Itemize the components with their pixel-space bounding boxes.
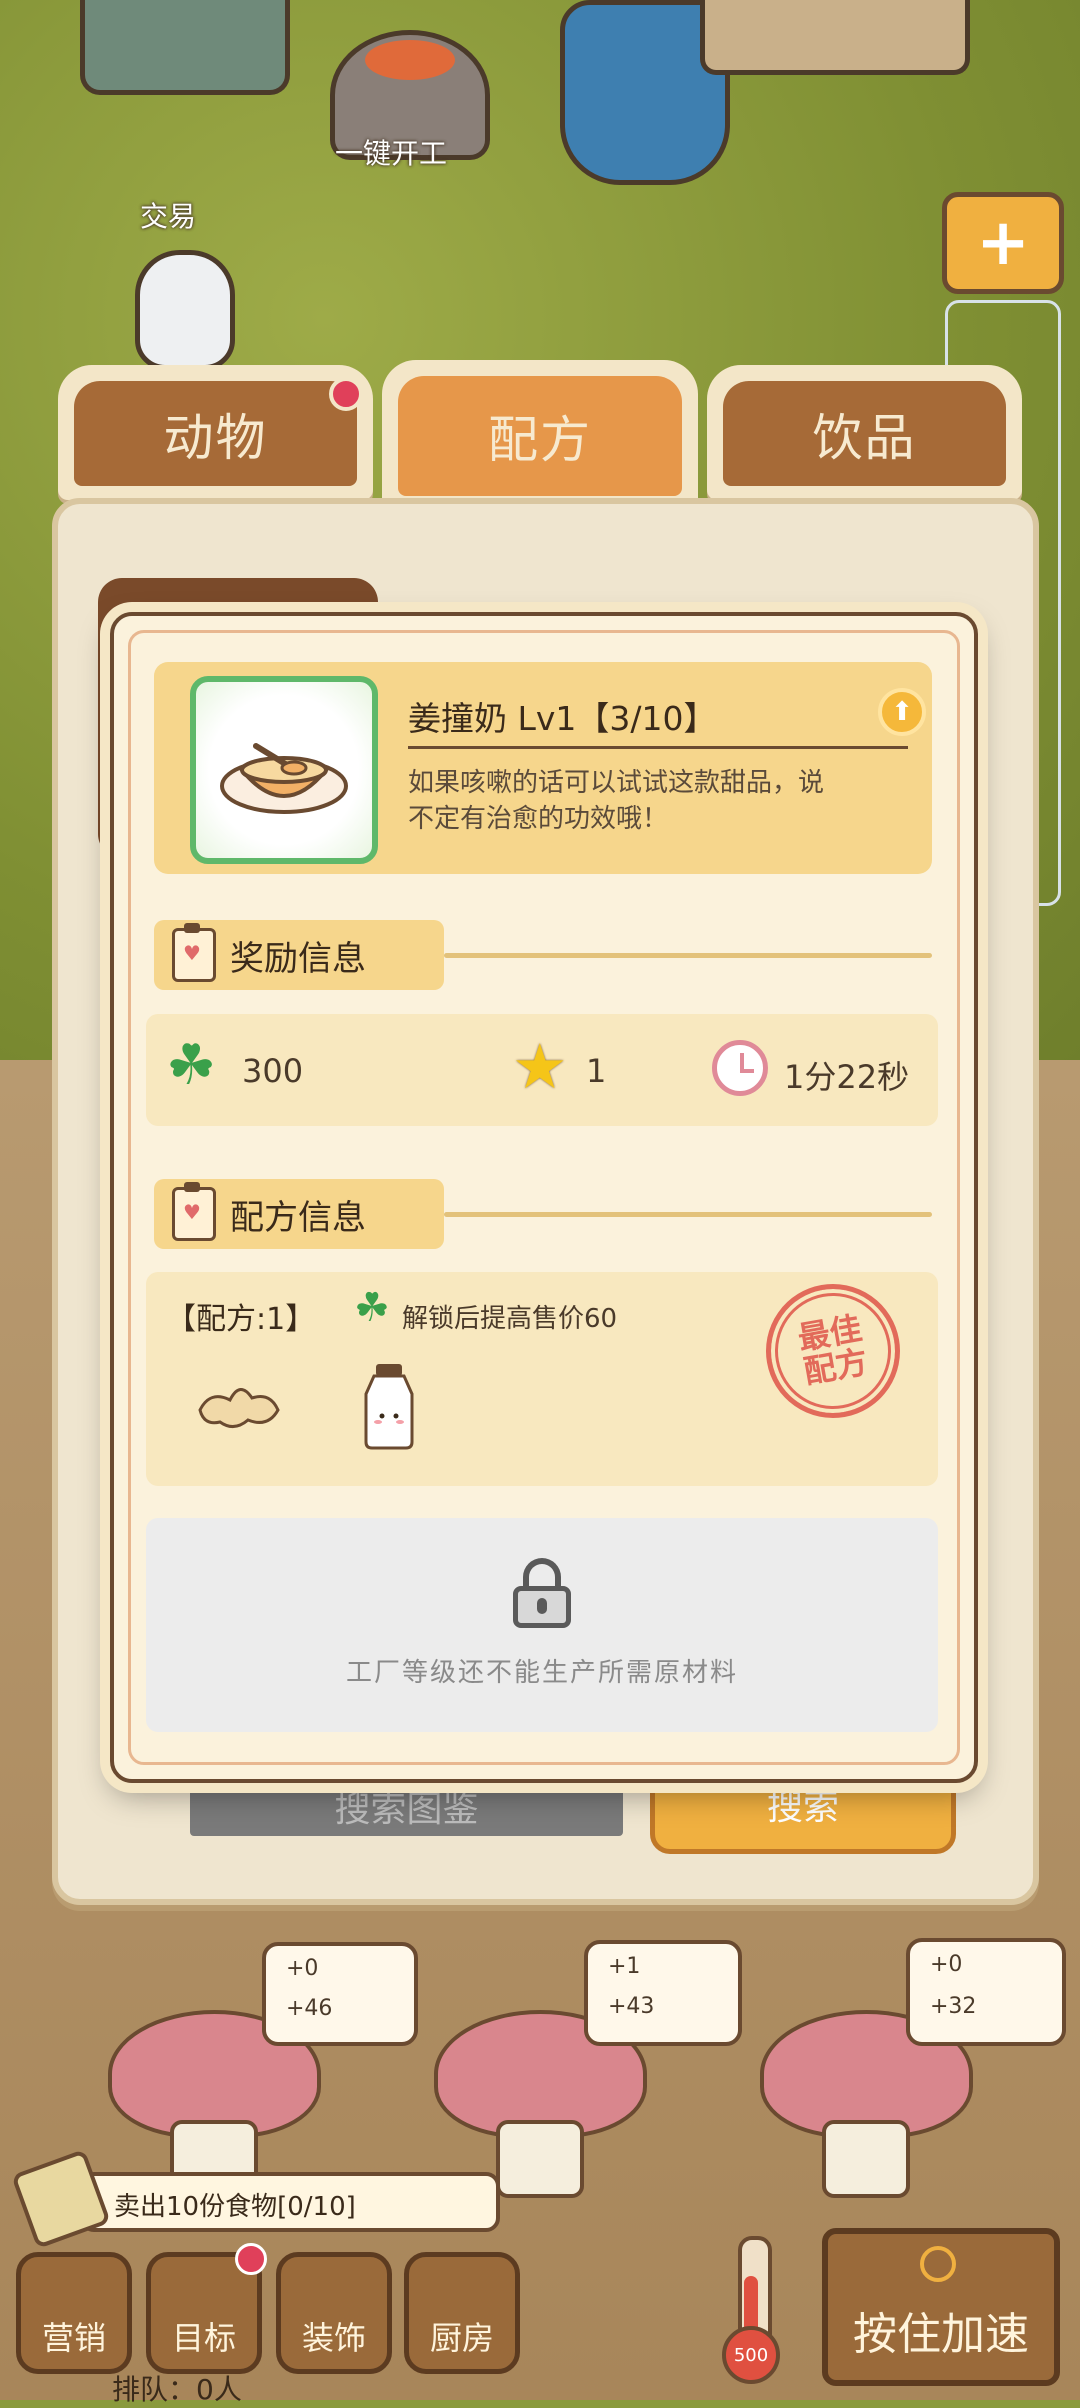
- notification-badge: [329, 377, 363, 411]
- best-recipe-stamp: 最佳 配方: [755, 1273, 911, 1429]
- ginger-ingredient-icon: [198, 1388, 280, 1428]
- kitchen-label: 厨房: [429, 2319, 494, 2357]
- recipe-name: 姜撞奶 Lv1【3/10】: [408, 699, 717, 738]
- lock-icon: [513, 1558, 571, 1628]
- search-archive-label: 搜索图鉴: [334, 1789, 479, 1830]
- recipe-info-card: 【配方:1】 ☘ 解锁后提高售价60 最佳 配方: [146, 1272, 938, 1486]
- bubble-star-gain: +0: [286, 1956, 319, 1981]
- decor-label: 装饰: [301, 2319, 366, 2357]
- reward-section-title: 奖励信息: [230, 938, 366, 979]
- tab-drinks-label: 饮品: [812, 408, 917, 467]
- trader-character[interactable]: [135, 250, 235, 370]
- thermometer: 500: [722, 2236, 780, 2386]
- bubble-clover-gain: +46: [286, 1996, 333, 2021]
- recipe-detail-modal: 姜撞奶 Lv1【3/10】 ⬆ 如果咳嗽的话可以试试这款甜品，说 不定有治愈的功…: [110, 612, 978, 1783]
- search-archive-button[interactable]: 搜索图鉴: [190, 1776, 623, 1836]
- locked-message: 工厂等级还不能生产所需原材料: [345, 1658, 738, 1688]
- upgrade-icon[interactable]: ⬆: [878, 688, 926, 736]
- star-icon: ★: [512, 1030, 568, 1103]
- kitchen-button[interactable]: 厨房: [404, 2252, 520, 2374]
- tab-animals-label: 动物: [163, 408, 268, 467]
- time-reward-value: 1分22秒: [784, 1058, 910, 1096]
- marketing-button[interactable]: 营销: [16, 2252, 132, 2374]
- thermometer-value: 500: [733, 2344, 769, 2366]
- play-icon: [920, 2246, 956, 2282]
- speech-bubble-3[interactable]: +0 +32: [906, 1938, 1066, 2046]
- queue-text: 排队：0人: [112, 2373, 242, 2406]
- stamp-text-line2: 配方: [800, 1342, 871, 1392]
- recipe-header-card: 姜撞奶 Lv1【3/10】 ⬆ 如果咳嗽的话可以试试这款甜品，说 不定有治愈的功…: [154, 662, 932, 874]
- tab-recipes[interactable]: 配方: [382, 360, 698, 534]
- reward-section-header: 奖励信息: [154, 920, 444, 990]
- reward-row: ☘ 300 ★ 1 1分22秒: [146, 1014, 938, 1126]
- speech-bubble-1[interactable]: +0 +46: [262, 1942, 418, 2046]
- goals-label: 目标: [171, 2319, 236, 2357]
- shop-building: [80, 0, 290, 95]
- clover-reward-value: 300: [242, 1052, 304, 1090]
- clipboard-icon: [172, 1182, 216, 1241]
- reward-section-divider: [444, 953, 932, 958]
- unlock-bonus-text: 解锁后提高售价60: [402, 1304, 618, 1334]
- clock-icon: [712, 1040, 768, 1096]
- warehouse-building: [700, 0, 970, 75]
- tab-recipes-label: 配方: [488, 411, 592, 469]
- speech-bubble-2[interactable]: +1 +43: [584, 1940, 742, 2046]
- goals-badge: [235, 2243, 267, 2275]
- bubble-clover-gain: +43: [608, 1994, 655, 2019]
- recipe-description-line1: 如果咳嗽的话可以试试这款甜品，说: [408, 768, 825, 798]
- clover-icon: ☘: [166, 1033, 217, 1098]
- unlock-clover-icon: ☘: [354, 1285, 390, 1331]
- recipe-section-header: 配方信息: [154, 1179, 444, 1249]
- bubble-star-gain: +0: [930, 1952, 963, 1977]
- quest-bar[interactable]: 卖出10份食物[0/10]: [80, 2172, 500, 2232]
- recipe-name-underline: [408, 746, 908, 749]
- recipe-image-frame: [190, 676, 378, 864]
- tab-drinks[interactable]: 饮品: [707, 365, 1022, 500]
- building-label: 一键开工: [335, 137, 448, 170]
- ginger-milk-bowl-icon: [220, 743, 348, 814]
- plus-button[interactable]: +: [942, 192, 1064, 294]
- recipe-section-divider: [444, 1212, 932, 1217]
- locked-materials-card: 工厂等级还不能生产所需原材料: [146, 1518, 938, 1732]
- plus-icon: +: [976, 206, 1030, 280]
- speed-up-label: 按住加速: [853, 2309, 1029, 2360]
- quest-text: 卖出10份食物[0/10]: [114, 2192, 356, 2222]
- recipe-description-line2: 不定有治愈的功效哦！: [408, 804, 669, 834]
- marketing-label: 营销: [41, 2319, 106, 2357]
- bubble-clover-gain: +32: [930, 1994, 977, 2019]
- recipe-section-title: 配方信息: [230, 1197, 366, 1238]
- recipe-count: 【配方:1】: [166, 1302, 316, 1337]
- trade-label[interactable]: 交易: [140, 195, 196, 235]
- star-reward-value: 1: [586, 1052, 607, 1090]
- hold-to-speed-up-button[interactable]: 按住加速: [822, 2228, 1060, 2386]
- bubble-star-gain: +1: [608, 1954, 641, 1979]
- clipboard-icon: [172, 923, 216, 982]
- search-confirm-label: 搜索: [766, 1787, 839, 1828]
- mushroom-stem-3: [822, 2120, 910, 2198]
- goals-button[interactable]: 目标: [146, 2243, 267, 2374]
- decor-button[interactable]: 装饰: [276, 2252, 392, 2374]
- milk-bottle-icon: [364, 1364, 414, 1450]
- tab-animals[interactable]: 动物: [58, 365, 373, 500]
- mushroom-stem-2: [496, 2120, 584, 2198]
